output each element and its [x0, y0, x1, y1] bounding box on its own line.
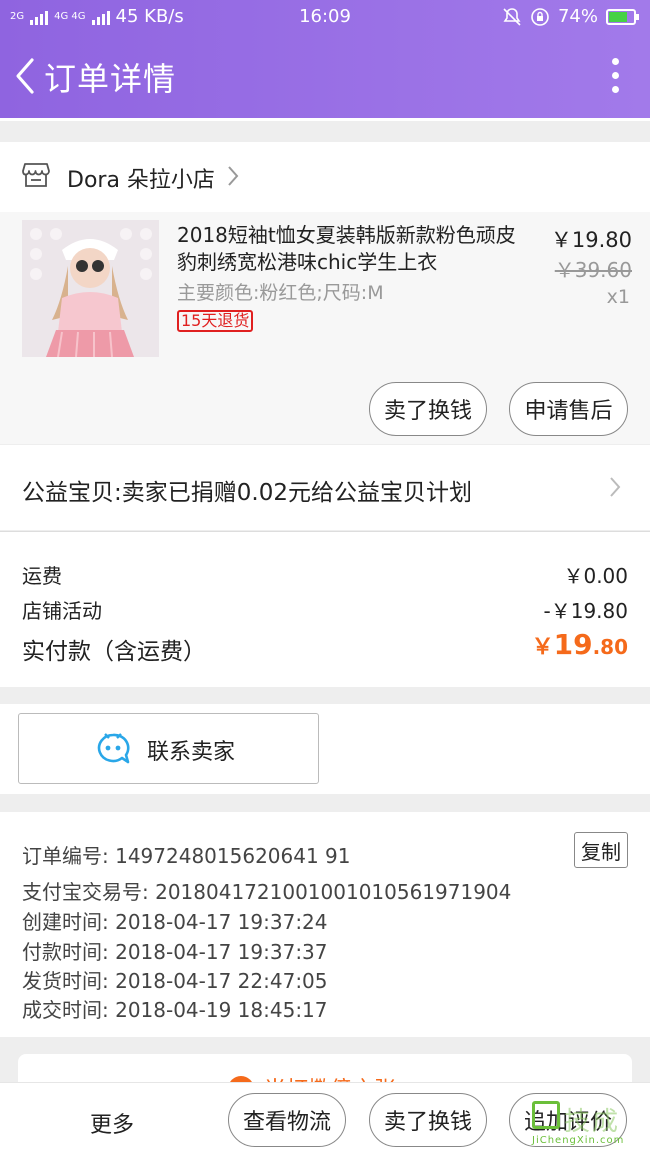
nav-divider — [0, 118, 650, 121]
fee-summary: 运费 ￥0.00 店铺活动 -￥19.80 实付款（含运费） ￥19.80 — [0, 531, 650, 687]
order-info: 订单编号: 1497248015620641 91 复制 支付宝交易号: 201… — [0, 812, 650, 1037]
alipay-trade-number: 支付宝交易号: 2018041721001001010561971904 — [22, 880, 512, 904]
contact-seller-button[interactable]: 联系卖家 — [18, 713, 319, 784]
battery-fill — [609, 11, 627, 22]
return-policy-badge: 15天退货 — [177, 310, 254, 332]
battery-icon — [606, 8, 639, 25]
charity-row[interactable]: 公益宝贝:卖家已捐赠0.02元给公益宝贝计划 — [0, 444, 650, 530]
apply-aftersale-button[interactable]: 申请售后 — [509, 382, 628, 436]
paid-total-label: 实付款（含运费） — [22, 639, 206, 665]
store-icon — [22, 163, 50, 187]
shipped-time: 发货时间: 2018-04-17 22:47:05 — [22, 969, 328, 993]
watermark: 技成 JiChengXin.com — [532, 1101, 644, 1149]
chevron-right-icon — [610, 477, 621, 497]
more-link[interactable]: 更多 — [90, 1107, 134, 1139]
product-spec: 主要颜色:粉红色;尺码:M — [177, 282, 384, 304]
paid-total-value: ￥19.80 — [532, 628, 628, 661]
order-number: 订单编号: 1497248015620641 91 — [22, 844, 351, 868]
back-arrow-icon[interactable] — [10, 54, 40, 98]
watermark-logo-icon — [532, 1101, 560, 1129]
product-image[interactable] — [22, 220, 159, 357]
currency-symbol: ￥ — [531, 635, 554, 660]
copy-button[interactable]: 复制 — [574, 832, 628, 868]
created-time: 创建时间: 2018-04-17 19:37:24 — [22, 910, 328, 934]
original-price: ￥39.60 — [554, 258, 632, 282]
mute-bell-icon — [503, 7, 521, 26]
sell-item-button[interactable]: 卖了换钱 — [369, 382, 487, 436]
shop-row[interactable]: Dora 朵拉小店 — [0, 142, 650, 212]
completed-time: 成交时间: 2018-04-19 18:45:17 — [22, 998, 328, 1022]
sell-item-button-bottom[interactable]: 卖了换钱 — [369, 1093, 487, 1147]
product-quantity: x1 — [606, 286, 630, 308]
page-title: 订单详情 — [44, 60, 177, 98]
paid-decimal: .80 — [592, 635, 628, 659]
status-right: 74% — [502, 6, 639, 27]
nav-bar: 订单详情 — [0, 34, 650, 118]
battery-percent: 74% — [557, 6, 598, 27]
order-item[interactable]: 2018短袖t恤女夏装韩版新款粉色顽皮豹刺绣宽松港味chic学生上衣 主要颜色:… — [0, 212, 650, 444]
paid-integer: 19 — [553, 628, 593, 661]
watermark-en: JiChengXin.com — [532, 1135, 625, 1146]
view-logistics-button[interactable]: 查看物流 — [228, 1093, 346, 1147]
shop-promo-label: 店铺活动 — [22, 599, 102, 623]
rotation-lock-icon — [531, 7, 549, 26]
more-vertical-icon[interactable] — [610, 58, 620, 98]
shop-name[interactable]: Dora 朵拉小店 — [67, 162, 215, 194]
product-title[interactable]: 2018短袖t恤女夏装韩版新款粉色顽皮豹刺绣宽松港味chic学生上衣 — [177, 222, 517, 276]
chat-bubble-icon — [97, 733, 130, 764]
status-bar: 2G 4G 4G 45 KB/s 16:09 74% — [0, 0, 650, 34]
product-price: ￥19.80 — [550, 228, 632, 252]
watermark-cn: 技成 — [564, 1107, 621, 1137]
contact-seller-label: 联系卖家 — [147, 740, 236, 765]
shipping-value: ￥0.00 — [563, 564, 628, 588]
contact-section: 联系卖家 — [0, 704, 650, 794]
chevron-right-icon — [228, 166, 239, 186]
shop-promo-value: -￥19.80 — [543, 599, 628, 623]
shipping-label: 运费 — [22, 564, 62, 588]
paid-time: 付款时间: 2018-04-17 19:37:37 — [22, 940, 328, 964]
charity-text: 公益宝贝:卖家已捐赠0.02元给公益宝贝计划 — [22, 480, 472, 506]
